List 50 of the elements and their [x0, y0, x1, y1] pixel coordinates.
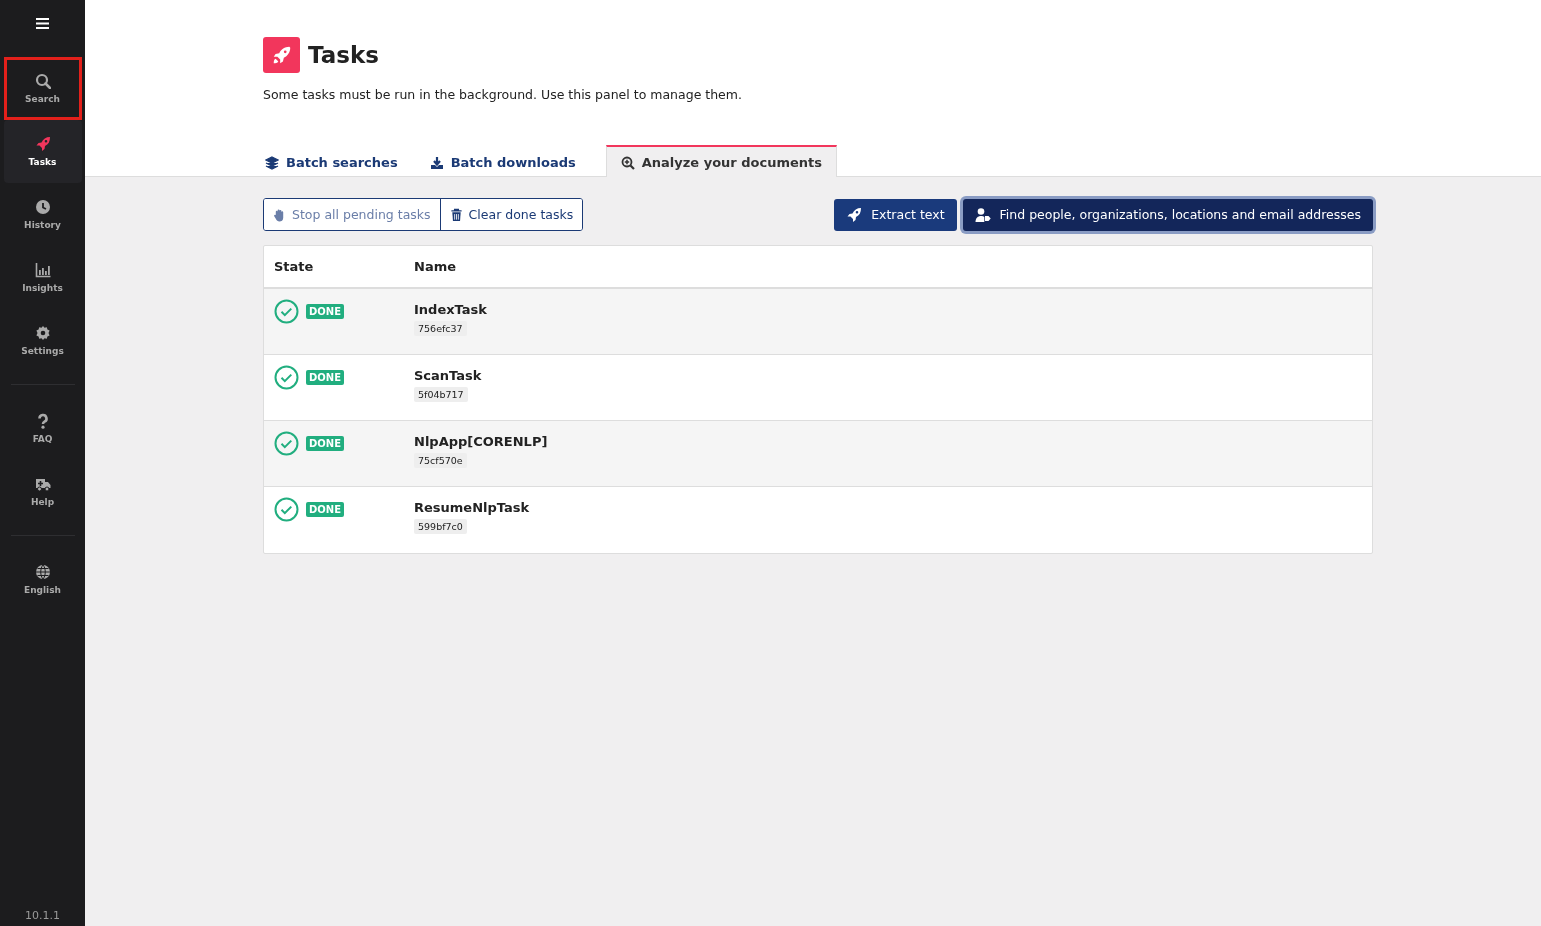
rocket-icon — [846, 206, 863, 223]
version-label: 10.1.1 — [25, 909, 60, 924]
column-header: Name — [414, 259, 457, 274]
task-name: ResumeNlpTask — [414, 500, 531, 515]
globe-icon — [34, 564, 51, 580]
clock-icon — [34, 199, 51, 215]
check-circle-icon — [274, 497, 299, 522]
task-id: 756efc37 — [414, 321, 467, 336]
toolbar-button[interactable]: Clear done tasks — [439, 199, 583, 230]
sidebar-item[interactable]: English — [3, 548, 82, 611]
sidebar-item[interactable]: Insights — [3, 246, 82, 309]
task-name: ScanTask — [414, 368, 483, 383]
status-badge: DONE — [306, 502, 344, 517]
status-badge: DONE — [306, 436, 344, 451]
zoom-in-icon — [620, 155, 635, 170]
task-name: IndexTask — [414, 302, 488, 317]
action-button[interactable]: Extract text — [834, 198, 957, 231]
sidebar-item[interactable]: FAQ — [3, 397, 82, 460]
status-badge: DONE — [306, 304, 344, 319]
rocket-icon — [34, 136, 51, 152]
ambulance-icon — [34, 476, 51, 492]
sidebar-item[interactable]: Help — [3, 460, 82, 523]
sidebar-item[interactable]: Tasks — [3, 120, 82, 183]
download-icon — [429, 155, 444, 170]
page-description: Some tasks must be run in the background. Use this panel to manage them. — [263, 87, 743, 102]
user-tag-icon — [974, 206, 991, 223]
task-id: 5f04b717 — [414, 387, 468, 402]
page-title: Tasks — [308, 42, 379, 68]
search-icon — [34, 73, 51, 89]
action-button[interactable]: Find people, organizations, locations and email addresses — [962, 198, 1373, 231]
sidebar-item[interactable]: Settings — [3, 309, 82, 372]
bar-chart-icon — [34, 262, 51, 278]
column-header: State — [273, 259, 315, 274]
check-circle-icon — [274, 299, 299, 324]
tab[interactable]: Analyze your documents — [605, 145, 838, 177]
trash-icon — [449, 207, 463, 222]
status-badge: DONE — [306, 370, 344, 385]
sidebar-item[interactable]: History — [3, 183, 82, 246]
check-circle-icon — [274, 431, 299, 456]
sidebar-item[interactable]: Search — [3, 57, 82, 120]
tab[interactable]: Batch downloads — [427, 145, 590, 177]
layers-icon — [265, 155, 279, 170]
tab[interactable]: Batch searches — [263, 145, 412, 177]
task-id: 599bf7c0 — [414, 519, 467, 534]
rocket-icon — [263, 37, 300, 73]
settings-icon — [34, 325, 51, 341]
task-name: NlpApp[CORENLP] — [414, 434, 549, 449]
hand-icon — [273, 207, 286, 222]
task-id: 75cf570e — [414, 453, 467, 468]
check-circle-icon — [274, 365, 299, 390]
